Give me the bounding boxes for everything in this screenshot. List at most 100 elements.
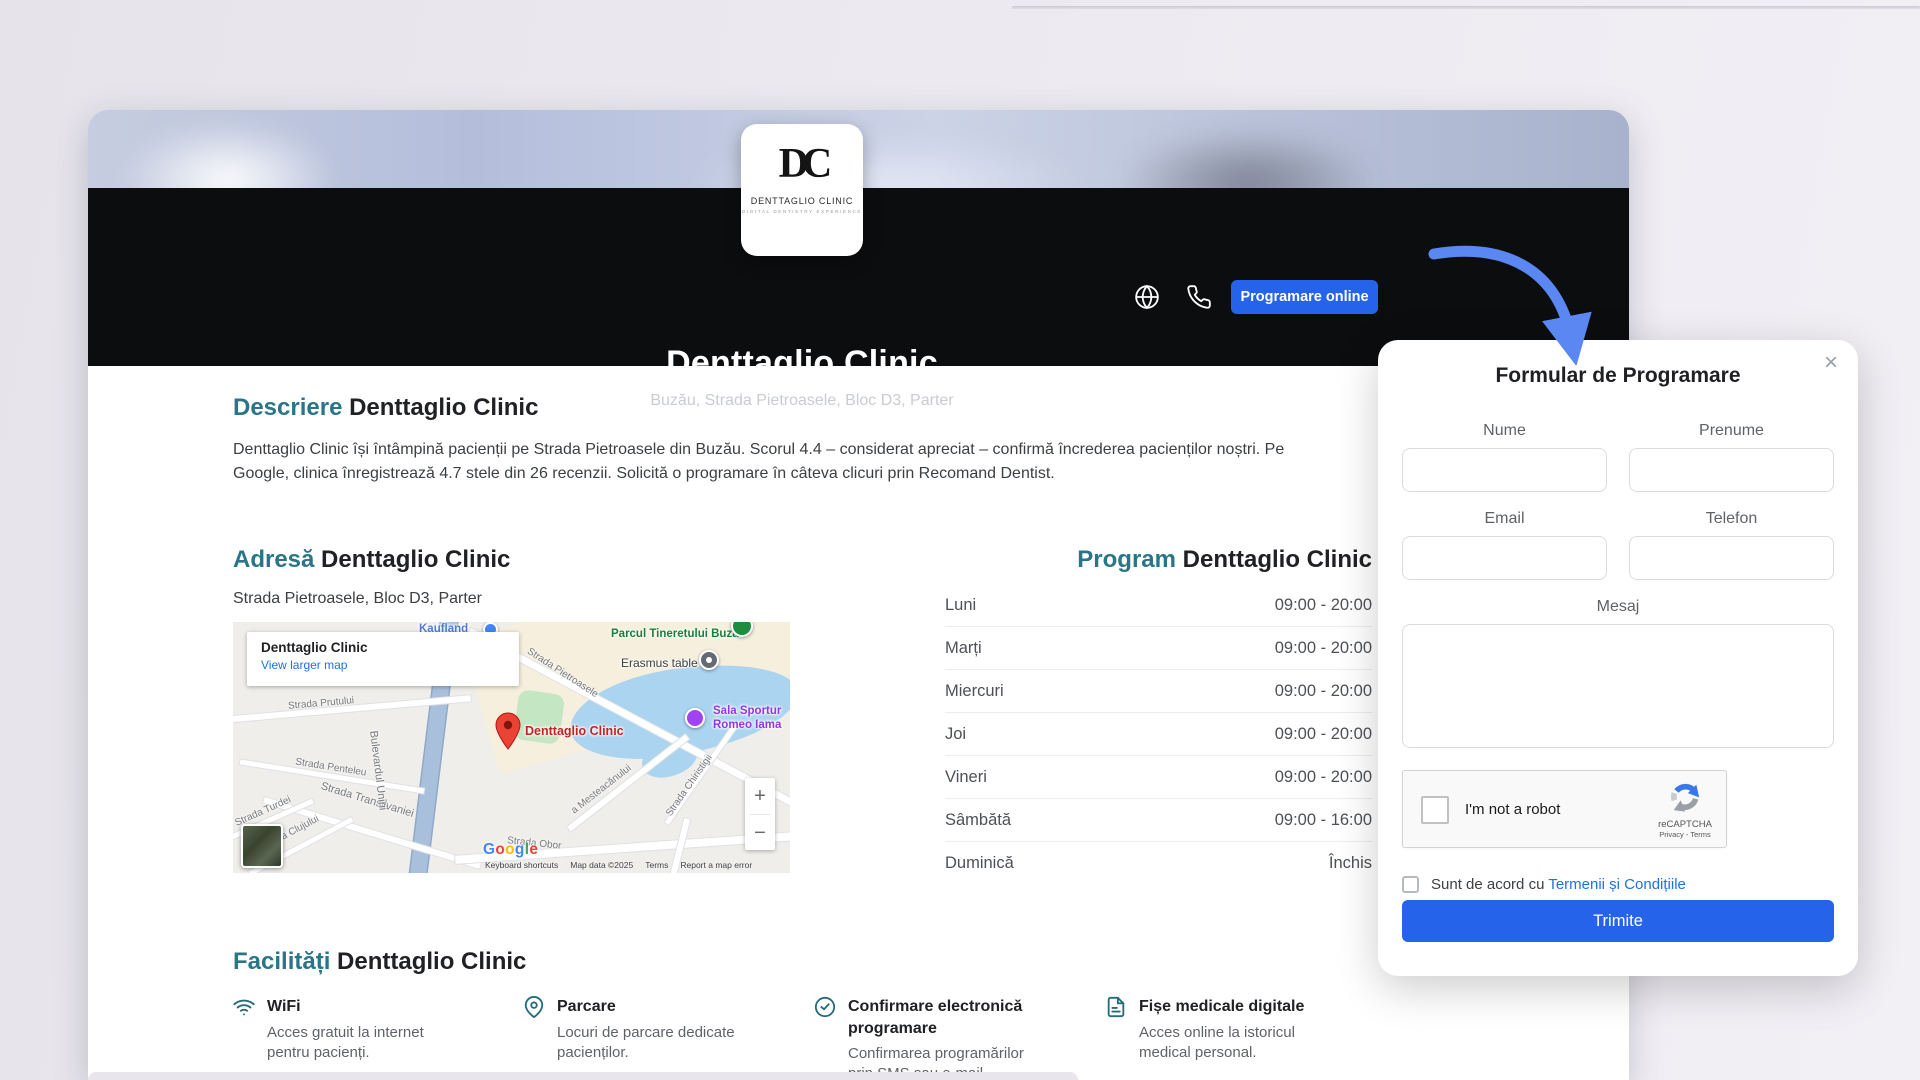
page-title: Denttaglio Clinic [88,344,1516,383]
telefon-input[interactable] [1629,536,1834,580]
description-heading: Descriere Denttaglio Clinic [233,394,538,422]
schedule-time: 09:00 - 16:00 [1275,811,1372,830]
wifi-icon [233,996,255,1018]
schedule-day: Joi [945,725,966,744]
terms-link[interactable]: Termenii și Condițiile [1548,876,1686,893]
map-zoom-out-button[interactable]: − [745,815,775,851]
schedule-heading: Program Denttaglio Clinic [945,546,1372,574]
poi-label-erasmus: Erasmus table [621,656,698,670]
schedule-row: DuminicăÎnchis [945,842,1372,885]
schedule-heading-name: Denttaglio Clinic [1183,546,1372,573]
logo-monogram: DC [741,140,863,188]
nume-label: Nume [1402,422,1607,440]
map-data-text: Map data ©2025 [570,860,633,870]
facility-desc: Acces gratuit la internet pentru pacienț… [267,1023,443,1064]
telefon-label: Telefon [1629,510,1834,528]
erasmus-marker-icon[interactable] [699,650,719,670]
facility-title: WiFi [267,996,443,1018]
mesaj-label: Mesaj [1378,598,1858,616]
schedule-row: Joi 09:00 - 20:00 [945,713,1372,756]
google-map-embed[interactable]: Strada Prutului Strada Pietroasele Strad… [233,622,790,873]
address-heading-name: Denttaglio Clinic [321,546,510,573]
schedule-row: Vineri 09:00 - 20:00 [945,756,1372,799]
schedule-row: Marți09:00 - 20:00 [945,627,1372,670]
address-heading: Adresă Denttaglio Clinic [233,546,510,574]
mesaj-textarea[interactable] [1402,624,1834,748]
facility-confirmare: Confirmare electronică programare Confir… [814,996,1032,1080]
facility-desc: Locuri de parcare dedicate pacienților. [557,1023,788,1064]
facilities-heading-accent: Facilități [233,948,330,975]
clinic-map-pin-icon[interactable] [495,712,521,750]
schedule-time: Închis [1329,854,1372,873]
prenume-input[interactable] [1629,448,1834,492]
terms-text: Sunt de acord cu Termenii și Condițiile [1431,876,1686,893]
schedule-time: 09:00 - 20:00 [1275,725,1372,744]
schedule-time: 09:00 - 20:00 [1275,682,1372,701]
map-attribution: Keyboard shortcuts Map data ©2025 Terms … [485,860,752,870]
google-logo: Google [483,841,538,859]
report-map-error-link[interactable]: Report a map error [680,860,752,870]
map-overlay-card: Denttaglio Clinic View larger map [247,632,519,686]
address-line: Strada Pietroasele, Bloc D3, Parter [233,590,482,608]
map-zoom-control: + − [745,778,775,850]
address-heading-accent: Adresă [233,546,314,573]
map-satellite-toggle[interactable] [241,824,283,868]
keyboard-shortcuts-link[interactable]: Keyboard shortcuts [485,860,558,870]
map-overlay-title: Denttaglio Clinic [261,640,505,655]
logo-name: DENTTAGLIO CLINIC [741,196,863,206]
window-top-edge [1012,6,1920,9]
terms-checkbox[interactable] [1402,876,1419,893]
schedule-day: Vineri [945,768,987,787]
facility-parcare: Parcare Locuri de parcare dedicate pacie… [523,996,788,1063]
facility-fise: Fișe medicale digitale Acces online la i… [1105,996,1320,1063]
schedule-row: Miercuri 09:00 - 20:00 [945,670,1372,713]
recaptcha-widget: I'm not a robot reCAPTCHA Privacy - Term… [1402,770,1727,848]
map-zoom-in-button[interactable]: + [745,778,775,814]
schedule-table: Luni 09:00 - 20:00 Marți09:00 - 20:00 Mie… [945,584,1372,885]
clinic-marker-label: Denttaglio Clinic [525,724,624,738]
submit-button[interactable]: Trimite [1402,900,1834,942]
prenume-label: Prenume [1629,422,1834,440]
facility-title: Parcare [557,996,788,1018]
schedule-day: Miercuri [945,682,1004,701]
hero-blur-blob [118,120,338,188]
recaptcha-checkbox[interactable] [1421,796,1449,824]
schedule-row: Sâmbătă 09:00 - 16:00 [945,799,1372,842]
schedule-day: Luni [945,596,976,615]
recaptcha-label: I'm not a robot [1465,801,1560,818]
document-icon [1105,996,1127,1018]
clinic-logo: DC DENTTAGLIO CLINIC DIGITAL DENTISTRY E… [741,124,863,256]
schedule-day: Sâmbătă [945,811,1011,830]
recaptcha-privacy-terms-links[interactable]: Privacy - Terms [1656,830,1714,839]
facilities-heading: Facilități Denttaglio Clinic [233,948,526,976]
recaptcha-logo-icon [1668,779,1702,813]
view-larger-map-link[interactable]: View larger map [261,658,505,672]
facility-desc: Acces online la istoricul medical person… [1139,1023,1320,1064]
programare-online-button[interactable]: Programare online [1231,280,1378,314]
modal-title: Formular de Programare [1378,364,1858,388]
check-circle-icon [814,996,836,1018]
poi-label-sala: Sala Sportur Romeo Iama [713,704,781,733]
sala-marker-icon[interactable] [685,708,705,728]
nume-input[interactable] [1402,448,1607,492]
description-heading-accent: Descriere [233,394,342,421]
logo-tagline: DIGITAL DENTISTRY EXPERIENCE [741,209,863,214]
recaptcha-brand-name: reCAPTCHA [1656,819,1714,830]
booking-form-modal: × Formular de Programare Nume Prenume Em… [1378,340,1858,976]
facility-title: Fișe medicale digitale [1139,996,1320,1018]
schedule-time: 09:00 - 20:00 [1275,768,1372,787]
schedule-heading-accent: Program [1077,546,1176,573]
email-label: Email [1402,510,1607,528]
recaptcha-brand: reCAPTCHA Privacy - Terms [1656,779,1714,839]
facility-wifi: WiFi Acces gratuit la internet pentru pa… [233,996,443,1063]
map-pin-icon [523,996,545,1018]
map-terms-link[interactable]: Terms [645,860,668,870]
globe-icon[interactable] [1134,284,1160,310]
next-section-edge [88,1072,1078,1080]
description-heading-name: Denttaglio Clinic [349,394,538,421]
facility-title: Confirmare electronică programare [848,996,1032,1039]
terms-consent-row: Sunt de acord cu Termenii și Condițiile [1402,876,1686,893]
email-input[interactable] [1402,536,1607,580]
schedule-time: 09:00 - 20:00 [1275,639,1372,658]
phone-icon[interactable] [1186,284,1212,310]
